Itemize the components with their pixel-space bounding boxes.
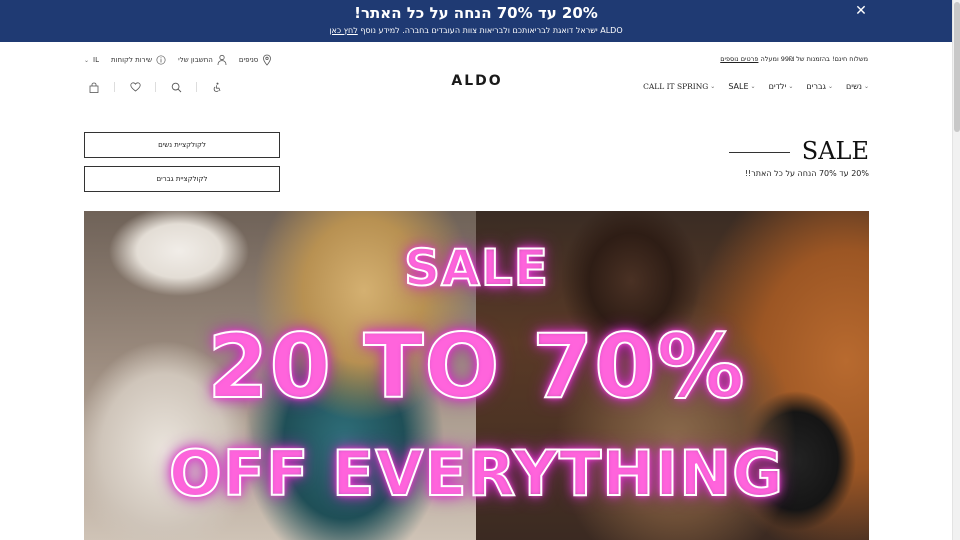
sale-divider-line bbox=[729, 152, 790, 153]
search-button[interactable] bbox=[166, 80, 186, 94]
service-link[interactable]: שירות לקוחות bbox=[111, 54, 166, 66]
women-collection-button[interactable]: לקולקציית נשים bbox=[84, 132, 280, 158]
accessibility-icon bbox=[213, 82, 220, 92]
aldo-logo[interactable]: ALDO bbox=[442, 73, 512, 93]
nav-item-label: גברים bbox=[806, 81, 826, 91]
divider bbox=[196, 82, 197, 92]
shipping-notice: משלוח חינם! בהזמנות של 99₪ ומעלה פרטים נ… bbox=[720, 55, 868, 65]
stores-label: סניפים bbox=[238, 56, 259, 64]
accessibility-button[interactable] bbox=[207, 80, 227, 94]
nav-item-call-it-spring[interactable]: CALL IT SPRING ⌄ bbox=[643, 82, 715, 91]
nav-item-label: נשים bbox=[846, 81, 862, 91]
chevron-down-icon: ⌄ bbox=[788, 82, 794, 90]
user-icon bbox=[217, 54, 227, 66]
hero-banner[interactable]: SALE 20 TO 70% OFF EVERYTHING bbox=[84, 211, 869, 540]
locale-selector[interactable]: IL ⌄ bbox=[84, 56, 99, 64]
nav-item-label: CALL IT SPRING bbox=[643, 81, 709, 91]
heart-icon bbox=[129, 82, 141, 92]
hero-line-sale: SALE bbox=[403, 238, 549, 298]
divider bbox=[155, 82, 156, 92]
scrollbar-thumb[interactable] bbox=[954, 2, 960, 132]
chevron-down-icon: ⌄ bbox=[710, 82, 716, 90]
shipping-details-link[interactable]: פרטים נוספים bbox=[720, 55, 758, 63]
hero-line-off-everything: OFF EVERYTHING bbox=[168, 436, 784, 511]
header-icon-row bbox=[84, 80, 227, 94]
location-pin-icon bbox=[263, 54, 272, 66]
chevron-down-icon: ⌄ bbox=[827, 82, 833, 90]
chevron-down-icon: ⌄ bbox=[84, 56, 90, 64]
cart-button[interactable] bbox=[84, 80, 104, 94]
stores-link[interactable]: סניפים bbox=[239, 54, 273, 66]
search-icon bbox=[171, 82, 181, 92]
bag-icon bbox=[89, 82, 99, 93]
account-label: החשבון שלי bbox=[178, 56, 213, 64]
hero-text-overlay: SALE 20 TO 70% OFF EVERYTHING bbox=[84, 211, 869, 540]
promo-subtitle: ALDO ישראל דואגת לבריאותכם ולבריאות צוות… bbox=[0, 26, 952, 35]
promo-subtitle-text: ALDO ישראל דואגת לבריאותכם ולבריאות צוות… bbox=[360, 26, 623, 35]
men-collection-button[interactable]: לקולקציית גברים bbox=[84, 166, 280, 192]
chevron-down-icon: ⌄ bbox=[863, 82, 869, 90]
page-scrollbar[interactable] bbox=[952, 0, 960, 540]
close-icon[interactable]: ✕ bbox=[853, 3, 869, 19]
page-title: SALE bbox=[801, 137, 869, 165]
nav-item-kids[interactable]: ילדים ⌄ bbox=[769, 82, 794, 91]
chevron-down-icon: ⌄ bbox=[750, 82, 756, 90]
nav-item-label: ילדים bbox=[768, 81, 787, 91]
utility-links: סניפים החשבון שלי שירות לקוחות IL ⌄ bbox=[84, 53, 272, 67]
wishlist-button[interactable] bbox=[125, 80, 145, 94]
info-icon bbox=[156, 55, 166, 65]
locale-label: IL bbox=[93, 56, 99, 64]
nav-item-label: SALE bbox=[728, 81, 749, 91]
promo-banner: 20% עד 70% הנחה על כל האתר! ALDO ישראל ד… bbox=[0, 0, 952, 42]
divider bbox=[114, 82, 115, 92]
shipping-text: משלוח חינם! בהזמנות של 99₪ ומעלה bbox=[760, 55, 868, 63]
service-label: שירות לקוחות bbox=[111, 56, 153, 64]
nav-item-men[interactable]: גברים ⌄ bbox=[806, 82, 833, 91]
account-link[interactable]: החשבון שלי bbox=[178, 54, 227, 66]
nav-item-sale[interactable]: SALE ⌄ bbox=[728, 82, 755, 91]
promo-title: 20% עד 70% הנחה על כל האתר! bbox=[354, 4, 598, 22]
nav-item-women[interactable]: נשים ⌄ bbox=[846, 82, 869, 91]
hero-line-percent: 20 TO 70% bbox=[206, 314, 746, 419]
main-nav: נשים ⌄ גברים ⌄ ילדים ⌄ SALE ⌄ CALL IT SP… bbox=[643, 80, 869, 92]
promo-link[interactable]: לחץ כאן bbox=[329, 26, 357, 35]
page-subtitle: 20% עד 70% הנחה על כל האתר!! bbox=[744, 169, 869, 178]
